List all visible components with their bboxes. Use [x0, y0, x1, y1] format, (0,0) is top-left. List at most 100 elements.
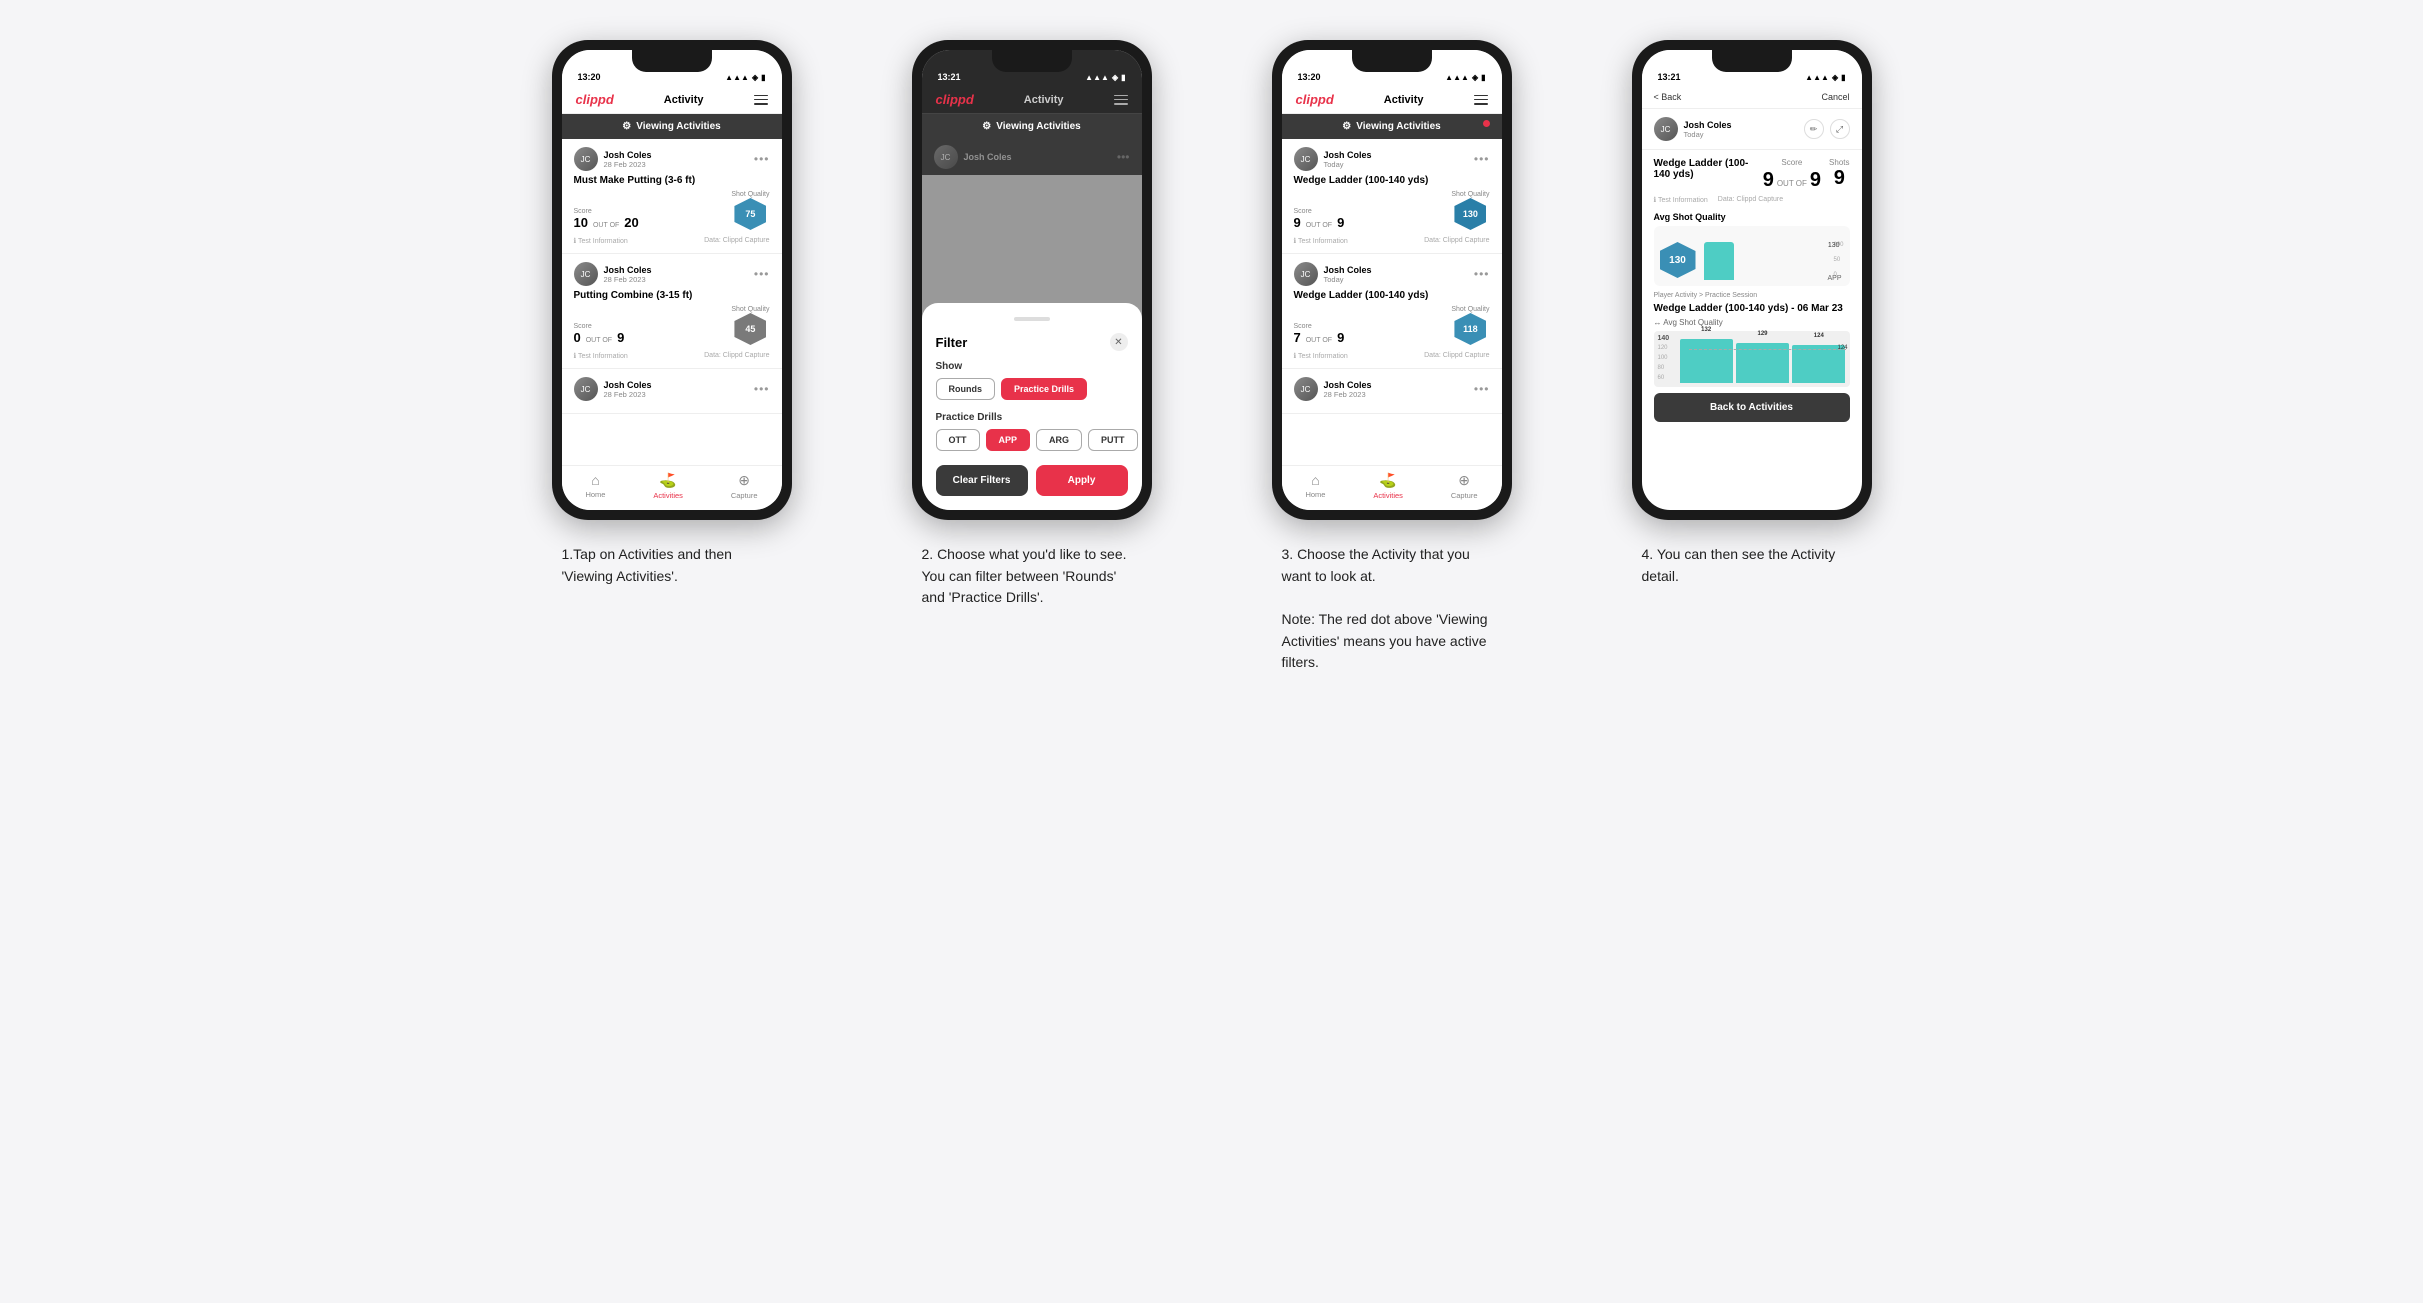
- phone-3-inner: 13:20 ▲▲▲ ◈ ▮ clippd Activity ⚙ Viewing …: [1282, 50, 1502, 510]
- chart-x-label-4: APP: [1827, 275, 1841, 282]
- more-dots-1-1[interactable]: •••: [754, 152, 770, 166]
- nav-activities-1[interactable]: ⛳ Activities: [653, 472, 683, 500]
- viewing-banner-1[interactable]: ⚙ Viewing Activities: [562, 114, 782, 139]
- pill-ott[interactable]: OTT: [936, 429, 980, 451]
- more-dots-1-3[interactable]: •••: [754, 382, 770, 396]
- edit-icon-4[interactable]: ✏: [1804, 119, 1824, 139]
- user-info-3-2: Josh Coles Today: [1324, 265, 1468, 284]
- clear-filters-button[interactable]: Clear Filters: [936, 465, 1028, 496]
- nav-home-1[interactable]: ⌂ Home: [585, 472, 605, 500]
- activity-title-1-1: Must Make Putting (3-6 ft): [574, 175, 770, 186]
- filter-icon-2: ⚙: [982, 121, 991, 132]
- phone-column-2: 13:21 ▲▲▲ ◈ ▮ clippd Activity ⚙ Viewi: [872, 40, 1192, 609]
- signal-icon-3: ▲▲▲: [1445, 73, 1469, 82]
- bar-1-4: [1704, 242, 1734, 280]
- filter-close-button[interactable]: ✕: [1110, 333, 1128, 351]
- filter-icon-1: ⚙: [622, 121, 631, 132]
- signal-icon-4: ▲▲▲: [1805, 73, 1829, 82]
- status-icons-2: ▲▲▲ ◈ ▮: [1085, 73, 1125, 82]
- filter-title: Filter: [936, 335, 968, 350]
- outof-4: OUT OF: [1777, 179, 1807, 188]
- apply-button[interactable]: Apply: [1036, 465, 1128, 496]
- more-dots-3-3[interactable]: •••: [1474, 382, 1490, 396]
- activity-card-3-1[interactable]: JC Josh Coles Today ••• Wedge Ladder (10…: [1282, 139, 1502, 254]
- status-icons-4: ▲▲▲ ◈ ▮: [1805, 73, 1845, 82]
- viewing-banner-2[interactable]: ⚙ Viewing Activities: [922, 114, 1142, 139]
- dashed-value-4: 124: [1837, 345, 1847, 351]
- pill-practice-drills[interactable]: Practice Drills: [1001, 378, 1087, 400]
- banner-label-1: Viewing Activities: [636, 121, 720, 132]
- nav-capture-3[interactable]: ⊕ Capture: [1451, 472, 1478, 500]
- phone-notch-2: [992, 50, 1072, 72]
- phone-notch-1: [632, 50, 712, 72]
- back-to-activities-button-4[interactable]: Back to Activities: [1654, 393, 1850, 422]
- more-dots-1-2[interactable]: •••: [754, 267, 770, 281]
- wifi-icon-3: ◈: [1472, 73, 1478, 82]
- avatar-3-2: JC: [1294, 262, 1318, 286]
- user-info-1-3: Josh Coles 28 Feb 2023: [604, 380, 748, 399]
- filter-actions: Clear Filters Apply: [936, 465, 1128, 496]
- activities-icon-1: ⛳: [659, 472, 676, 489]
- activity-title-1-2: Putting Combine (3-15 ft): [574, 290, 770, 301]
- bottom-nav-3: ⌂ Home ⛳ Activities ⊕ Capture: [1282, 465, 1502, 510]
- user-date-1-2: 28 Feb 2023: [604, 275, 748, 284]
- phone-3: 13:20 ▲▲▲ ◈ ▮ clippd Activity ⚙ Viewing …: [1272, 40, 1512, 520]
- signal-icon-2: ▲▲▲: [1085, 73, 1109, 82]
- phone-column-4: 13:21 ▲▲▲ ◈ ▮ < Back Cancel JC Josh: [1592, 40, 1912, 587]
- score-value-4: 9: [1763, 169, 1774, 192]
- show-label: Show: [936, 361, 1128, 372]
- bar-y2-4: 120: [1658, 345, 1668, 351]
- user-name-1-1: Josh Coles: [604, 150, 748, 160]
- phone-column-3: 13:20 ▲▲▲ ◈ ▮ clippd Activity ⚙ Viewing …: [1232, 40, 1552, 674]
- nav-activities-3[interactable]: ⛳ Activities: [1373, 472, 1403, 500]
- nav-home-3[interactable]: ⌂ Home: [1305, 472, 1325, 500]
- hamburger-2[interactable]: [1114, 95, 1128, 105]
- nav-activities-label-1: Activities: [653, 491, 683, 500]
- signal-icon: ▲▲▲: [725, 73, 749, 82]
- nav-home-label-3: Home: [1305, 490, 1325, 499]
- nav-capture-1[interactable]: ⊕ Capture: [731, 472, 758, 500]
- wifi-icon-2: ◈: [1112, 73, 1118, 82]
- user-info-1-2: Josh Coles 28 Feb 2023: [604, 265, 748, 284]
- more-dots-3-2[interactable]: •••: [1474, 267, 1490, 281]
- avatar-3-1: JC: [1294, 147, 1318, 171]
- info-left-1-2: ℹ Test Information: [574, 352, 628, 360]
- user-date-1-3: 28 Feb 2023: [604, 390, 748, 399]
- user-date-3-1: Today: [1324, 160, 1468, 169]
- pill-app[interactable]: APP: [986, 429, 1031, 451]
- shots-total-4: 9: [1834, 167, 1845, 190]
- filter-header: Filter ✕: [936, 333, 1128, 351]
- dimmed-card-header: JC Josh Coles •••: [922, 139, 1142, 175]
- hamburger-3[interactable]: [1474, 95, 1488, 105]
- drills-label: Practice Drills: [936, 412, 1128, 423]
- pill-rounds[interactable]: Rounds: [936, 378, 996, 400]
- user-name-1-2: Josh Coles: [604, 265, 748, 275]
- activity-card-3-3[interactable]: JC Josh Coles 28 Feb 2023 •••: [1282, 369, 1502, 414]
- viewing-banner-3[interactable]: ⚙ Viewing Activities: [1282, 114, 1502, 139]
- expand-icon-4[interactable]: ⤢: [1830, 119, 1850, 139]
- activity-card-1-1[interactable]: JC Josh Coles 28 Feb 2023 ••• Must Make …: [562, 139, 782, 254]
- nav-title-1: Activity: [664, 94, 704, 106]
- score-block-1-1: Score 10 OUT OF 20: [574, 208, 639, 230]
- user-info-3-3: Josh Coles 28 Feb 2023: [1324, 380, 1468, 399]
- nav-logo-1: clippd: [576, 92, 614, 107]
- activity-card-1-2[interactable]: JC Josh Coles 28 Feb 2023 ••• Putting Co…: [562, 254, 782, 369]
- time-4: 13:21: [1658, 72, 1681, 82]
- user-date-3-2: Today: [1324, 275, 1468, 284]
- activity-card-1-3[interactable]: JC Josh Coles 28 Feb 2023 •••: [562, 369, 782, 414]
- activity-card-3-2[interactable]: JC Josh Coles Today ••• Wedge Ladder (10…: [1282, 254, 1502, 369]
- nav-title-3: Activity: [1384, 94, 1424, 106]
- info-right-3-1: Data: Clippd Capture: [1424, 237, 1489, 245]
- chart-area-4: 130 130 100 50 0: [1654, 226, 1850, 286]
- back-button-4[interactable]: < Back: [1654, 92, 1682, 102]
- pill-putt[interactable]: PUTT: [1088, 429, 1138, 451]
- info-row-1-1: ℹ Test Information Data: Clippd Capture: [574, 233, 770, 245]
- activity-title-3-1: Wedge Ladder (100-140 yds): [1294, 175, 1490, 186]
- time-1: 13:20: [578, 72, 601, 82]
- more-dots-3-1[interactable]: •••: [1474, 152, 1490, 166]
- hamburger-1[interactable]: [754, 95, 768, 105]
- bar-y-label-4: 140: [1658, 335, 1670, 342]
- cancel-button-4[interactable]: Cancel: [1821, 92, 1849, 102]
- detail-content-4: Wedge Ladder (100-140 yds) Score 9 OUT O…: [1642, 150, 1862, 510]
- pill-arg[interactable]: ARG: [1036, 429, 1082, 451]
